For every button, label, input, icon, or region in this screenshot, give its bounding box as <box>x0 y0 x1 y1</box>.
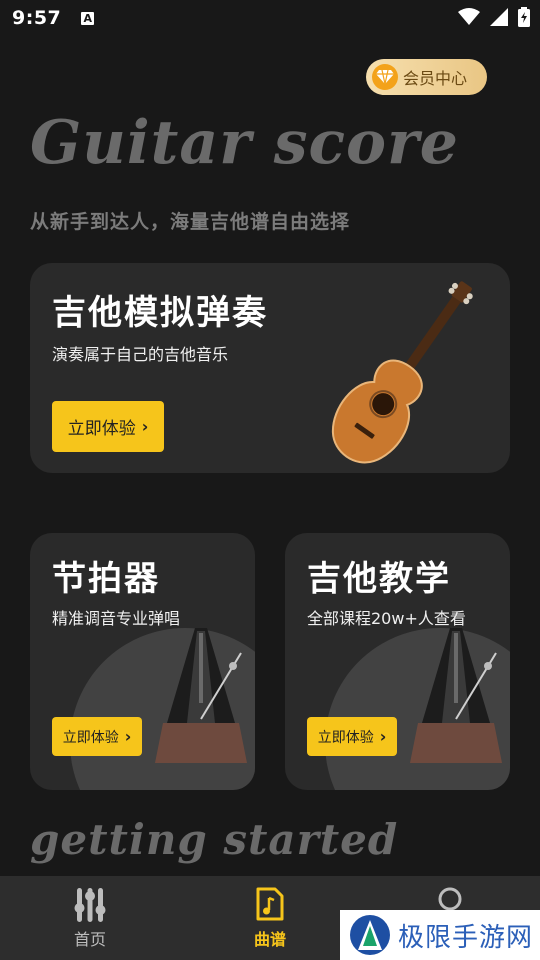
signal-icon <box>490 8 508 26</box>
watermark-text: 极限手游网 <box>398 922 534 953</box>
button-label: 立即体验 <box>67 419 136 439</box>
try-now-button[interactable]: 立即体验 › <box>52 401 164 452</box>
guitar-simulation-card[interactable]: 吉他模拟弹奏 演奏属于自己的吉他音乐 立即体验 › <box>30 263 510 473</box>
card-title: 吉他教学 <box>307 559 451 599</box>
guitar-illustration <box>331 281 473 464</box>
notification-icon: A <box>81 11 95 25</box>
tab-profile[interactable] <box>405 886 495 912</box>
tab-home[interactable]: 首页 <box>45 886 135 950</box>
status-time: 9:57 <box>12 7 62 29</box>
wifi-icon <box>458 8 480 25</box>
vip-center-button[interactable]: 会员中心 <box>366 59 487 95</box>
hero-title: Guitar score <box>30 108 459 178</box>
card-title: 吉他模拟弹奏 <box>52 293 268 333</box>
button-label: 立即体验 <box>62 729 119 746</box>
tab-score-label: 曲谱 <box>253 930 286 949</box>
chevron-right-icon: › <box>379 727 387 746</box>
guitar-teaching-card[interactable]: 吉他教学 全部课程20w+人查看 立即体验 › <box>285 533 510 790</box>
metronome-illustration <box>410 628 502 763</box>
watermark: 极限手游网 <box>340 910 540 960</box>
metronome-card[interactable]: 节拍器 精准调音专业弹唱 立即体验 › <box>30 533 255 790</box>
hero-subtitle: 从新手到达人，海量吉他谱自由选择 <box>30 211 351 233</box>
vip-center-label: 会员中心 <box>403 69 468 88</box>
try-now-button[interactable]: 立即体验 › <box>52 717 142 756</box>
tab-score[interactable]: 曲谱 <box>225 886 315 950</box>
watermark-logo-icon <box>350 915 390 955</box>
try-now-button[interactable]: 立即体验 › <box>307 717 397 756</box>
diamond-icon <box>372 64 398 90</box>
chevron-right-icon: › <box>141 417 149 436</box>
getting-started-heading: getting started <box>30 815 399 864</box>
chevron-right-icon: › <box>124 727 132 746</box>
card-description: 演奏属于自己的吉他音乐 <box>52 345 229 364</box>
button-label: 立即体验 <box>317 729 374 746</box>
tab-home-label: 首页 <box>73 930 106 949</box>
card-title: 节拍器 <box>52 559 160 599</box>
sliders-icon <box>74 888 106 922</box>
profile-circle-icon <box>438 887 462 911</box>
battery-icon <box>518 7 530 27</box>
metronome-illustration <box>155 628 247 763</box>
status-bar: 9:57 A <box>0 0 540 36</box>
music-note-icon <box>256 887 284 921</box>
